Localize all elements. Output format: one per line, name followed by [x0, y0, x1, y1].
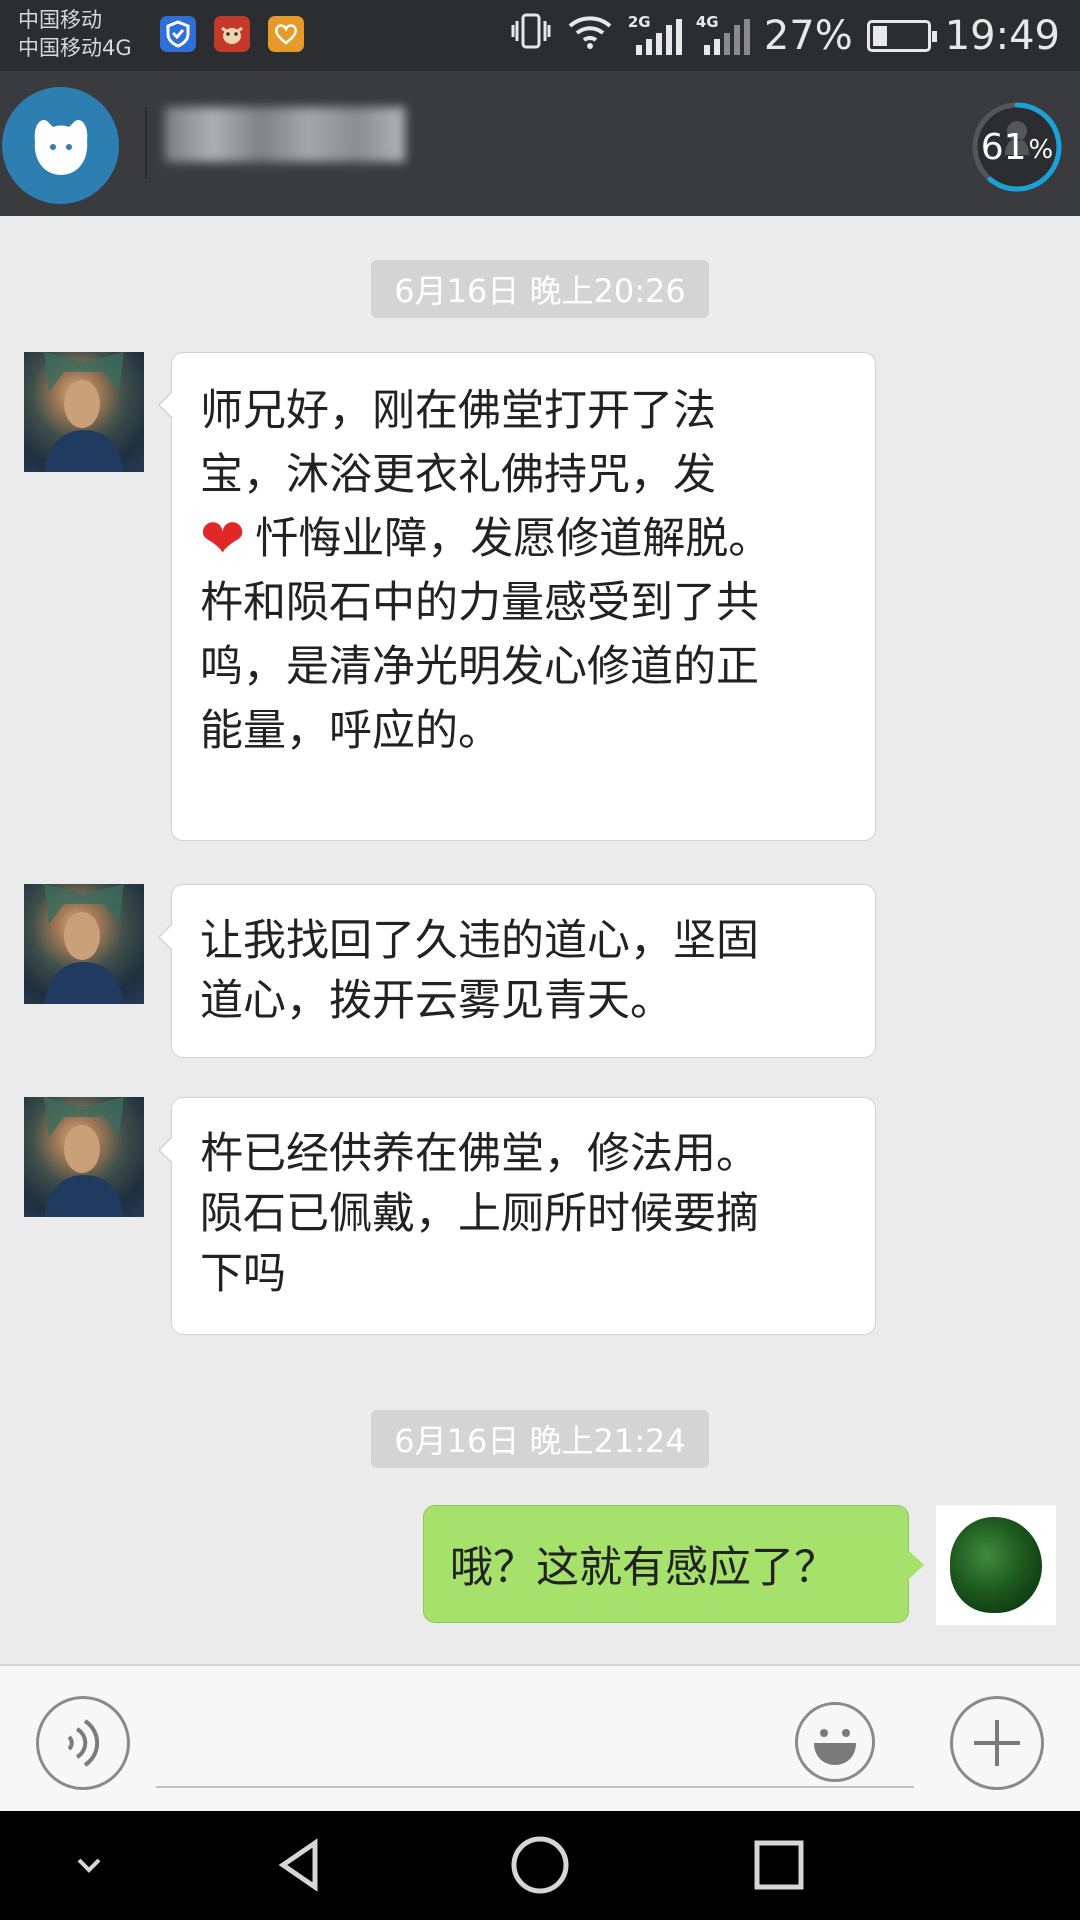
carrier-info: 中国移动 中国移动4G: [18, 6, 132, 62]
voice-icon: [67, 1719, 100, 1767]
message-bubble-incoming[interactable]: 师兄好，刚在佛堂打开了法 宝，沐浴更衣礼佛持咒，发 ❤ 忏悔业障，发愿修道解脱。 …: [158, 352, 876, 841]
moss-avatar-image: [950, 1517, 1042, 1613]
input-bar: [0, 1664, 1080, 1811]
message-line: 能量，呼应的。: [200, 706, 501, 756]
home-button[interactable]: [495, 1825, 585, 1905]
message-bubble-incoming[interactable]: 让我找回了久违的道心，坚固 道心，拨开云雾见青天。: [158, 884, 876, 1058]
timestamp: 6月16日 晚上20:26: [371, 260, 709, 318]
my-avatar[interactable]: [936, 1505, 1056, 1625]
contact-avatar[interactable]: [24, 884, 144, 1004]
navigation-bar: [0, 1811, 1080, 1920]
message-line: 忏悔业障，发愿修道解脱。: [255, 514, 772, 564]
back-button[interactable]: [256, 1825, 346, 1905]
message-line: 陨石已佩戴，上厕所时候要摘: [200, 1189, 759, 1239]
cow-app-icon: [214, 16, 250, 52]
chevron-down-icon: [77, 1858, 101, 1873]
shield-app-icon: [160, 16, 196, 52]
contact-avatar[interactable]: [24, 352, 144, 472]
message-line: 下吗: [200, 1249, 286, 1299]
carrier-name-2: 中国移动4G: [18, 36, 132, 60]
network-type-2: 4G: [695, 13, 719, 31]
message-input[interactable]: [156, 1786, 914, 1788]
status-right-cluster: 2G 4G 27% 19:49: [510, 12, 1060, 60]
contact-avatar[interactable]: [24, 1097, 144, 1217]
contact-name-redacted[interactable]: [165, 107, 405, 162]
message-line: 宝，沐浴更衣礼佛持咒，发: [200, 450, 716, 500]
progress-unit: %: [1028, 135, 1054, 165]
heart-app-icon: [268, 16, 304, 52]
collapse-button[interactable]: [44, 1825, 134, 1905]
app-logo-button[interactable]: [2, 87, 119, 204]
message-bubble-outgoing[interactable]: 哦？这就有感应了？: [423, 1505, 924, 1623]
header-divider: [145, 107, 147, 179]
emoji-button[interactable]: [795, 1702, 875, 1782]
message-line: 让我找回了久违的道心，坚固: [200, 916, 759, 966]
message-line: 道心，拨开云雾见青天。: [200, 976, 673, 1026]
vibrate-icon: [510, 11, 552, 61]
message-line: 杵已经供养在佛堂，修法用。: [200, 1129, 759, 1179]
progress-label: 61%: [969, 99, 1065, 195]
status-bar: 中国移动 中国移动4G 2G 4G 27% 19:49: [0, 0, 1080, 71]
recents-square-icon: [754, 1840, 804, 1890]
timestamp: 6月16日 晚上21:24: [371, 1410, 709, 1468]
back-triangle-icon: [278, 1838, 318, 1892]
voice-button[interactable]: [36, 1696, 130, 1790]
wifi-icon: [566, 12, 614, 60]
chat-header: 61%: [0, 71, 1080, 216]
profile-progress-button[interactable]: 61%: [969, 99, 1065, 195]
recents-button[interactable]: [734, 1825, 824, 1905]
battery-percent: 27%: [763, 13, 853, 59]
battery-icon: [866, 20, 937, 52]
carrier-name-1: 中国移动: [18, 8, 102, 32]
message-line: 师兄好，刚在佛堂打开了法: [200, 386, 716, 436]
chat-area[interactable]: 6月16日 晚上20:26 师兄好，刚在佛堂打开了法 宝，沐浴更衣礼佛持咒，发 …: [0, 216, 1080, 1664]
plus-button[interactable]: [950, 1696, 1044, 1790]
message-text: 哦？这就有感应了？: [450, 1543, 837, 1593]
plus-icon: [974, 1720, 1020, 1766]
message-line: 鸣，是清净光明发心修道的正: [200, 642, 759, 692]
signal-icon-2g: 2G: [628, 13, 682, 55]
home-circle-icon: [511, 1836, 569, 1894]
progress-value: 61: [980, 126, 1027, 168]
message-line-with-emoji: ❤ 忏悔业障，发愿修道解脱。: [200, 507, 847, 571]
heart-emoji-icon: ❤: [200, 507, 246, 570]
smiley-icon: [814, 1729, 856, 1765]
cat-face-icon: [34, 119, 87, 175]
message-bubble-incoming[interactable]: 杵已经供养在佛堂，修法用。 陨石已佩戴，上厕所时候要摘 下吗: [158, 1097, 876, 1335]
clock: 19:49: [944, 13, 1060, 59]
message-line: 杵和陨石中的力量感受到了共: [200, 578, 759, 628]
signal-icon-4g: 4G: [696, 13, 750, 55]
network-type-1: 2G: [627, 13, 651, 31]
